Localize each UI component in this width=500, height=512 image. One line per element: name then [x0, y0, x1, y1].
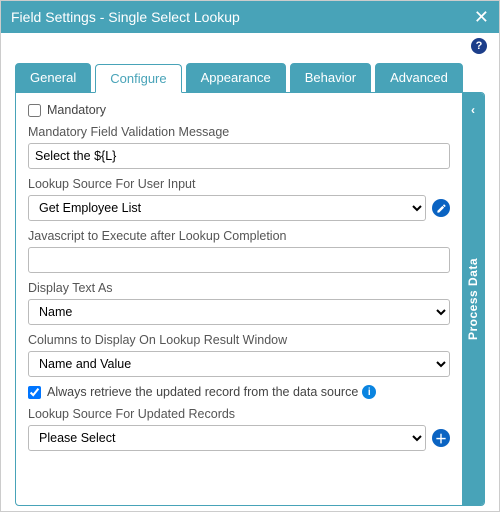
always-retrieve-label: Always retrieve the updated record from …: [47, 385, 376, 399]
settings-dialog: Field Settings - Single Select Lookup ✕ …: [0, 0, 500, 512]
display-text-as-label: Display Text As: [28, 281, 450, 295]
lookup-source-updated-label: Lookup Source For Updated Records: [28, 407, 450, 421]
always-retrieve-row: Always retrieve the updated record from …: [28, 385, 450, 399]
mandatory-label: Mandatory: [47, 103, 106, 117]
close-icon[interactable]: ✕: [474, 7, 489, 28]
panel: Mandatory Mandatory Field Validation Mes…: [15, 92, 485, 506]
panel-body: Mandatory Mandatory Field Validation Mes…: [16, 93, 462, 505]
info-icon[interactable]: i: [362, 385, 376, 399]
dialog-title: Field Settings - Single Select Lookup: [11, 9, 240, 25]
columns-display-label: Columns to Display On Lookup Result Wind…: [28, 333, 450, 347]
help-icon[interactable]: ?: [471, 38, 487, 54]
add-lookup-icon[interactable]: ＋: [432, 429, 450, 447]
lookup-source-user-select[interactable]: Get Employee List: [28, 195, 426, 221]
mandatory-checkbox[interactable]: [28, 104, 41, 117]
tab-advanced[interactable]: Advanced: [375, 63, 463, 92]
mandatory-row: Mandatory: [28, 103, 450, 117]
chevron-left-icon: ‹: [462, 103, 484, 117]
lookup-source-updated-select[interactable]: Please Select: [28, 425, 426, 451]
columns-display-select[interactable]: Name and Value: [28, 351, 450, 377]
display-text-as-select[interactable]: Name: [28, 299, 450, 325]
always-retrieve-checkbox[interactable]: [28, 386, 41, 399]
tab-behavior[interactable]: Behavior: [290, 63, 371, 92]
js-after-lookup-label: Javascript to Execute after Lookup Compl…: [28, 229, 450, 243]
process-data-rail[interactable]: ‹ Process Data: [462, 93, 484, 505]
tab-configure[interactable]: Configure: [95, 64, 181, 93]
lookup-source-user-label: Lookup Source For User Input: [28, 177, 450, 191]
edit-lookup-icon[interactable]: [432, 199, 450, 217]
process-data-label: Process Data: [466, 258, 480, 340]
titlebar: Field Settings - Single Select Lookup ✕: [1, 1, 499, 33]
help-bar: ?: [1, 33, 499, 59]
validation-msg-input[interactable]: [28, 143, 450, 169]
tabs: General Configure Appearance Behavior Ad…: [1, 63, 499, 92]
tab-appearance[interactable]: Appearance: [186, 63, 286, 92]
validation-msg-label: Mandatory Field Validation Message: [28, 125, 450, 139]
js-after-lookup-input[interactable]: [28, 247, 450, 273]
tab-general[interactable]: General: [15, 63, 91, 92]
